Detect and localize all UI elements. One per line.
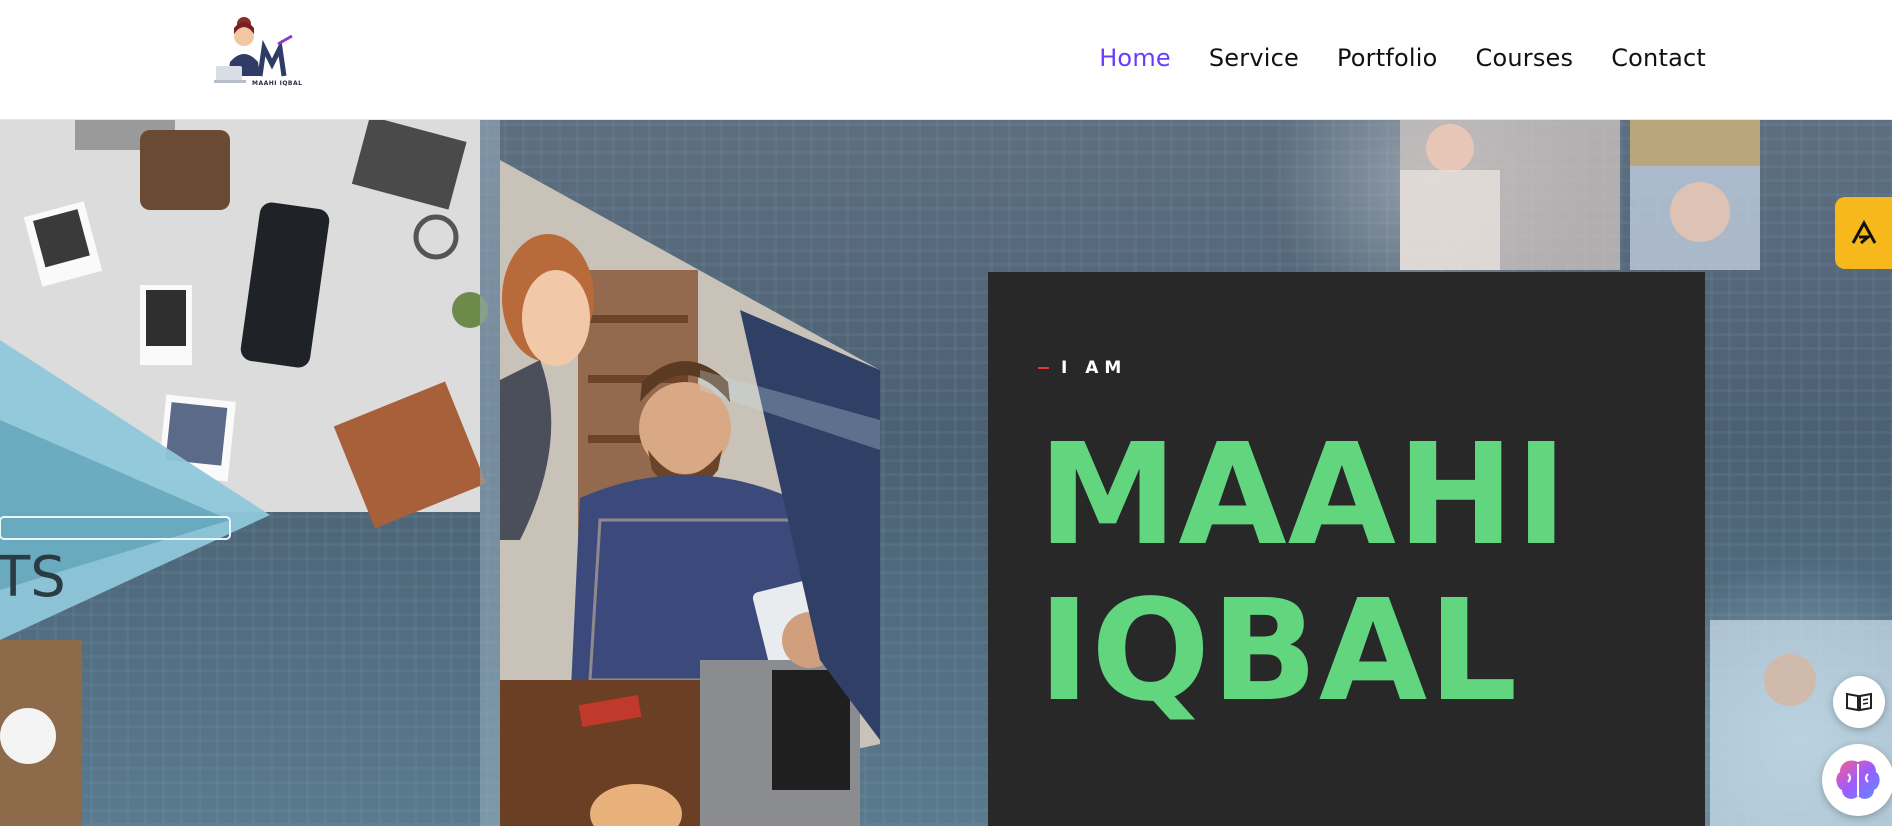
hero-name-line2: IQBAL <box>1038 570 1519 733</box>
side-tab[interactable] <box>1835 197 1892 269</box>
mountain-logo-icon <box>1851 219 1877 245</box>
logo-text: MAAHI IQBAL <box>252 80 303 87</box>
hero-collage: TS <box>0 120 880 826</box>
brain-icon <box>1836 760 1880 799</box>
book-open-icon <box>1846 692 1872 712</box>
nav-service[interactable]: Service <box>1209 44 1299 72</box>
hero-name-line1: MAAHI <box>1038 414 1569 577</box>
collage-text: TS <box>0 545 66 610</box>
nav-courses[interactable]: Courses <box>1476 44 1574 72</box>
eyebrow-text: I AM <box>1061 358 1128 378</box>
nav-contact[interactable]: Contact <box>1611 44 1706 72</box>
hero-card: I AM MAAHI IQBAL <box>988 272 1705 826</box>
hero-eyebrow: I AM <box>1038 358 1127 378</box>
ai-assistant-button[interactable] <box>1822 744 1892 816</box>
nav-portfolio[interactable]: Portfolio <box>1337 44 1438 72</box>
site-logo[interactable]: MAAHI IQBAL <box>208 14 304 94</box>
site-header: MAAHI IQBAL Home Service Portfolio Cours… <box>0 0 1892 120</box>
main-nav: Home Service Portfolio Courses Contact <box>1099 44 1706 72</box>
nav-home[interactable]: Home <box>1099 44 1171 72</box>
eyebrow-dash <box>1038 367 1049 369</box>
hero-name: MAAHI IQBAL <box>1038 418 1568 730</box>
hero-section: TS I AM MAAHI IQBAL <box>0 120 1892 826</box>
book-button[interactable] <box>1833 676 1885 728</box>
